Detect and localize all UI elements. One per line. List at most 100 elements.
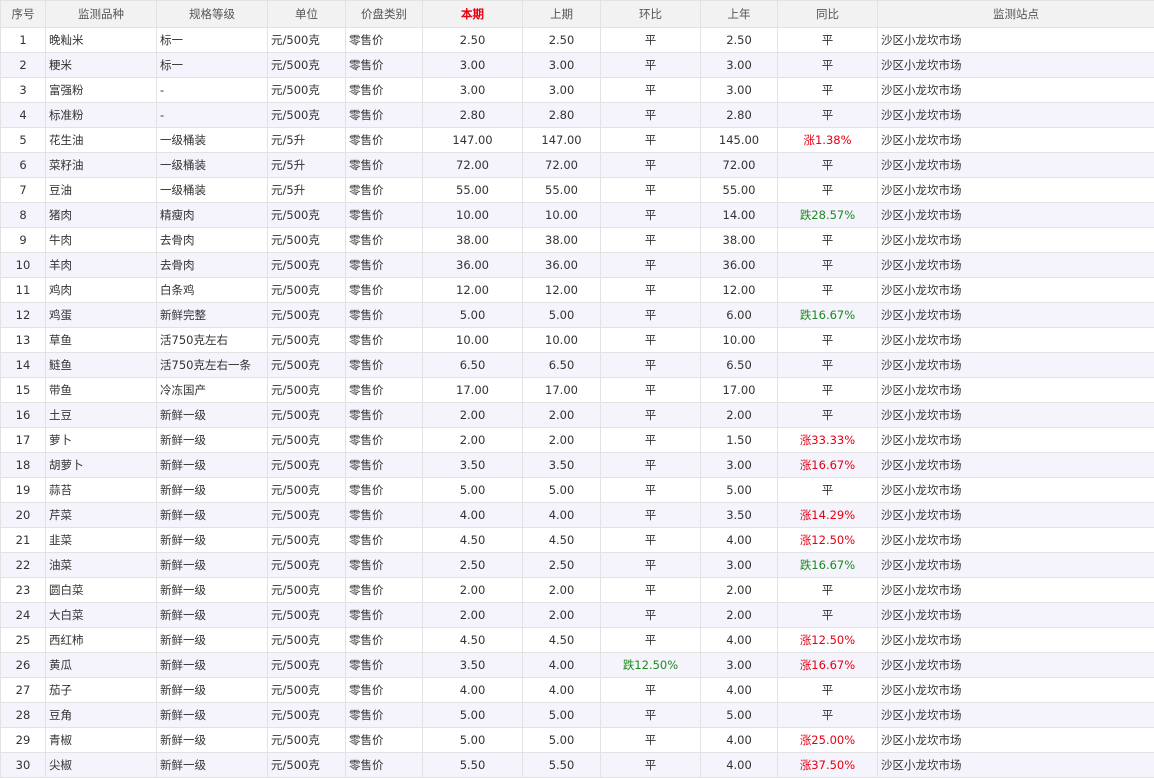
cell-price-type: 零售价 bbox=[346, 503, 423, 528]
cell-yoy: 平 bbox=[778, 78, 878, 103]
table-row: 3富强粉-元/500克零售价3.003.00平3.00平沙区小龙坎市场 bbox=[1, 78, 1154, 103]
cell-station: 沙区小龙坎市场 bbox=[878, 753, 1154, 778]
cell-mom: 平 bbox=[601, 578, 701, 603]
cell-variety: 芹菜 bbox=[46, 503, 157, 528]
cell-grade: 白条鸡 bbox=[157, 278, 268, 303]
table-row: 17萝卜新鲜一级元/500克零售价2.002.00平1.50涨33.33%沙区小… bbox=[1, 428, 1154, 453]
cell-mom: 平 bbox=[601, 28, 701, 53]
cell-last-year: 3.00 bbox=[701, 78, 778, 103]
cell-unit: 元/500克 bbox=[268, 328, 346, 353]
cell-current: 2.00 bbox=[423, 603, 523, 628]
cell-yoy: 平 bbox=[778, 403, 878, 428]
table-row: 19蒜苔新鲜一级元/500克零售价5.005.00平5.00平沙区小龙坎市场 bbox=[1, 478, 1154, 503]
cell-previous: 10.00 bbox=[523, 328, 601, 353]
cell-price-type: 零售价 bbox=[346, 128, 423, 153]
table-row: 25西红柿新鲜一级元/500克零售价4.504.50平4.00涨12.50%沙区… bbox=[1, 628, 1154, 653]
cell-price-type: 零售价 bbox=[346, 53, 423, 78]
cell-yoy: 跌16.67% bbox=[778, 553, 878, 578]
cell-price-type: 零售价 bbox=[346, 628, 423, 653]
cell-mom: 平 bbox=[601, 403, 701, 428]
cell-previous: 3.50 bbox=[523, 453, 601, 478]
price-monitor-table: 序号 监测品种 规格等级 单位 价盘类别 本期 上期 环比 上年 同比 监测站点… bbox=[0, 0, 1154, 778]
table-row: 14鲢鱼活750克左右一条元/500克零售价6.506.50平6.50平沙区小龙… bbox=[1, 353, 1154, 378]
cell-last-year: 1.50 bbox=[701, 428, 778, 453]
cell-previous: 6.50 bbox=[523, 353, 601, 378]
cell-unit: 元/500克 bbox=[268, 478, 346, 503]
cell-station: 沙区小龙坎市场 bbox=[878, 553, 1154, 578]
cell-previous: 17.00 bbox=[523, 378, 601, 403]
cell-yoy: 涨25.00% bbox=[778, 728, 878, 753]
cell-previous: 2.50 bbox=[523, 553, 601, 578]
cell-last-year: 4.00 bbox=[701, 528, 778, 553]
cell-index: 29 bbox=[1, 728, 46, 753]
cell-index: 20 bbox=[1, 503, 46, 528]
cell-unit: 元/5升 bbox=[268, 128, 346, 153]
cell-index: 13 bbox=[1, 328, 46, 353]
cell-yoy: 平 bbox=[778, 353, 878, 378]
cell-station: 沙区小龙坎市场 bbox=[878, 578, 1154, 603]
cell-previous: 4.00 bbox=[523, 653, 601, 678]
cell-price-type: 零售价 bbox=[346, 328, 423, 353]
cell-mom: 平 bbox=[601, 703, 701, 728]
cell-price-type: 零售价 bbox=[346, 28, 423, 53]
cell-last-year: 2.00 bbox=[701, 403, 778, 428]
table-row: 4标准粉-元/500克零售价2.802.80平2.80平沙区小龙坎市场 bbox=[1, 103, 1154, 128]
cell-station: 沙区小龙坎市场 bbox=[878, 728, 1154, 753]
cell-price-type: 零售价 bbox=[346, 753, 423, 778]
cell-price-type: 零售价 bbox=[346, 703, 423, 728]
cell-unit: 元/500克 bbox=[268, 278, 346, 303]
cell-price-type: 零售价 bbox=[346, 453, 423, 478]
cell-last-year: 14.00 bbox=[701, 203, 778, 228]
cell-previous: 12.00 bbox=[523, 278, 601, 303]
cell-grade: 去骨肉 bbox=[157, 253, 268, 278]
cell-yoy: 跌28.57% bbox=[778, 203, 878, 228]
cell-yoy: 平 bbox=[778, 253, 878, 278]
cell-station: 沙区小龙坎市场 bbox=[878, 128, 1154, 153]
cell-unit: 元/500克 bbox=[268, 253, 346, 278]
cell-yoy: 平 bbox=[778, 478, 878, 503]
table-row: 6菜籽油一级桶装元/5升零售价72.0072.00平72.00平沙区小龙坎市场 bbox=[1, 153, 1154, 178]
cell-variety: 萝卜 bbox=[46, 428, 157, 453]
cell-variety: 富强粉 bbox=[46, 78, 157, 103]
cell-mom: 平 bbox=[601, 528, 701, 553]
table-row: 30尖椒新鲜一级元/500克零售价5.505.50平4.00涨37.50%沙区小… bbox=[1, 753, 1154, 778]
cell-grade: 新鲜一级 bbox=[157, 753, 268, 778]
cell-mom: 平 bbox=[601, 278, 701, 303]
table-row: 22油菜新鲜一级元/500克零售价2.502.50平3.00跌16.67%沙区小… bbox=[1, 553, 1154, 578]
cell-index: 1 bbox=[1, 28, 46, 53]
cell-yoy: 涨33.33% bbox=[778, 428, 878, 453]
header-unit: 单位 bbox=[268, 1, 346, 28]
cell-price-type: 零售价 bbox=[346, 528, 423, 553]
cell-variety: 带鱼 bbox=[46, 378, 157, 403]
cell-previous: 38.00 bbox=[523, 228, 601, 253]
cell-previous: 3.00 bbox=[523, 53, 601, 78]
cell-unit: 元/500克 bbox=[268, 728, 346, 753]
cell-yoy: 涨16.67% bbox=[778, 453, 878, 478]
cell-variety: 猪肉 bbox=[46, 203, 157, 228]
cell-variety: 羊肉 bbox=[46, 253, 157, 278]
cell-index: 28 bbox=[1, 703, 46, 728]
table-row: 27茄子新鲜一级元/500克零售价4.004.00平4.00平沙区小龙坎市场 bbox=[1, 678, 1154, 703]
cell-current: 12.00 bbox=[423, 278, 523, 303]
cell-yoy: 平 bbox=[778, 378, 878, 403]
cell-station: 沙区小龙坎市场 bbox=[878, 453, 1154, 478]
cell-yoy: 平 bbox=[778, 28, 878, 53]
table-body: 1晚籼米标一元/500克零售价2.502.50平2.50平沙区小龙坎市场2粳米标… bbox=[1, 28, 1154, 778]
cell-variety: 菜籽油 bbox=[46, 153, 157, 178]
cell-index: 8 bbox=[1, 203, 46, 228]
cell-current: 3.00 bbox=[423, 78, 523, 103]
cell-price-type: 零售价 bbox=[346, 728, 423, 753]
header-station: 监测站点 bbox=[878, 1, 1154, 28]
cell-index: 12 bbox=[1, 303, 46, 328]
header-current-period: 本期 bbox=[423, 1, 523, 28]
cell-unit: 元/500克 bbox=[268, 553, 346, 578]
cell-variety: 鲢鱼 bbox=[46, 353, 157, 378]
cell-grade: 新鲜一级 bbox=[157, 553, 268, 578]
cell-previous: 36.00 bbox=[523, 253, 601, 278]
table-row: 11鸡肉白条鸡元/500克零售价12.0012.00平12.00平沙区小龙坎市场 bbox=[1, 278, 1154, 303]
cell-station: 沙区小龙坎市场 bbox=[878, 353, 1154, 378]
cell-price-type: 零售价 bbox=[346, 653, 423, 678]
cell-grade: 活750克左右 bbox=[157, 328, 268, 353]
cell-last-year: 36.00 bbox=[701, 253, 778, 278]
cell-index: 7 bbox=[1, 178, 46, 203]
